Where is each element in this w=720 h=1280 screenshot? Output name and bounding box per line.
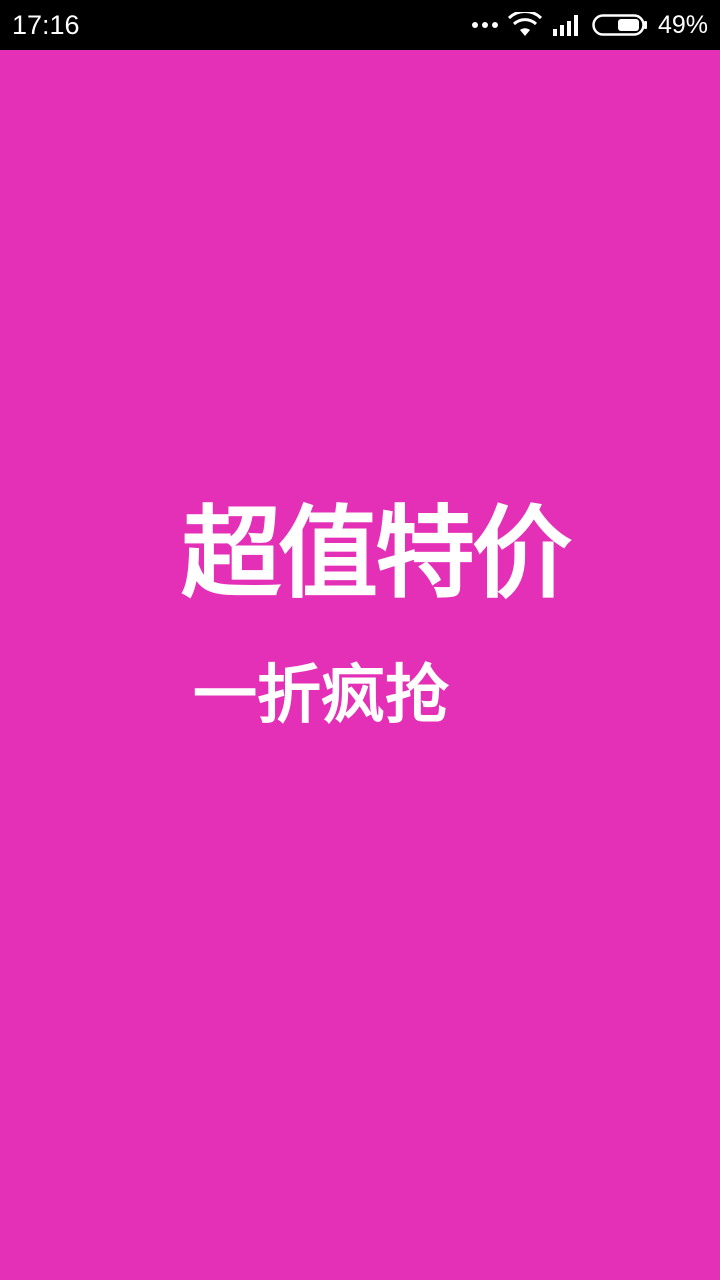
battery-icon — [592, 14, 647, 36]
status-bar: 17:16 49% — [0, 0, 720, 50]
subheadline: 一折疯抢 — [0, 658, 720, 734]
more-dots-icon — [471, 21, 498, 29]
subheadline-text: 一折疯抢 — [193, 659, 449, 733]
battery-percent: 49% — [657, 11, 708, 39]
headline: 超值特价 — [0, 494, 720, 614]
status-icons: 49% — [462, 0, 708, 50]
wifi-icon — [507, 12, 542, 36]
status-time: 17:16 — [12, 10, 80, 40]
headline-text: 超值特价 — [181, 495, 572, 612]
signal-icon — [552, 15, 578, 36]
